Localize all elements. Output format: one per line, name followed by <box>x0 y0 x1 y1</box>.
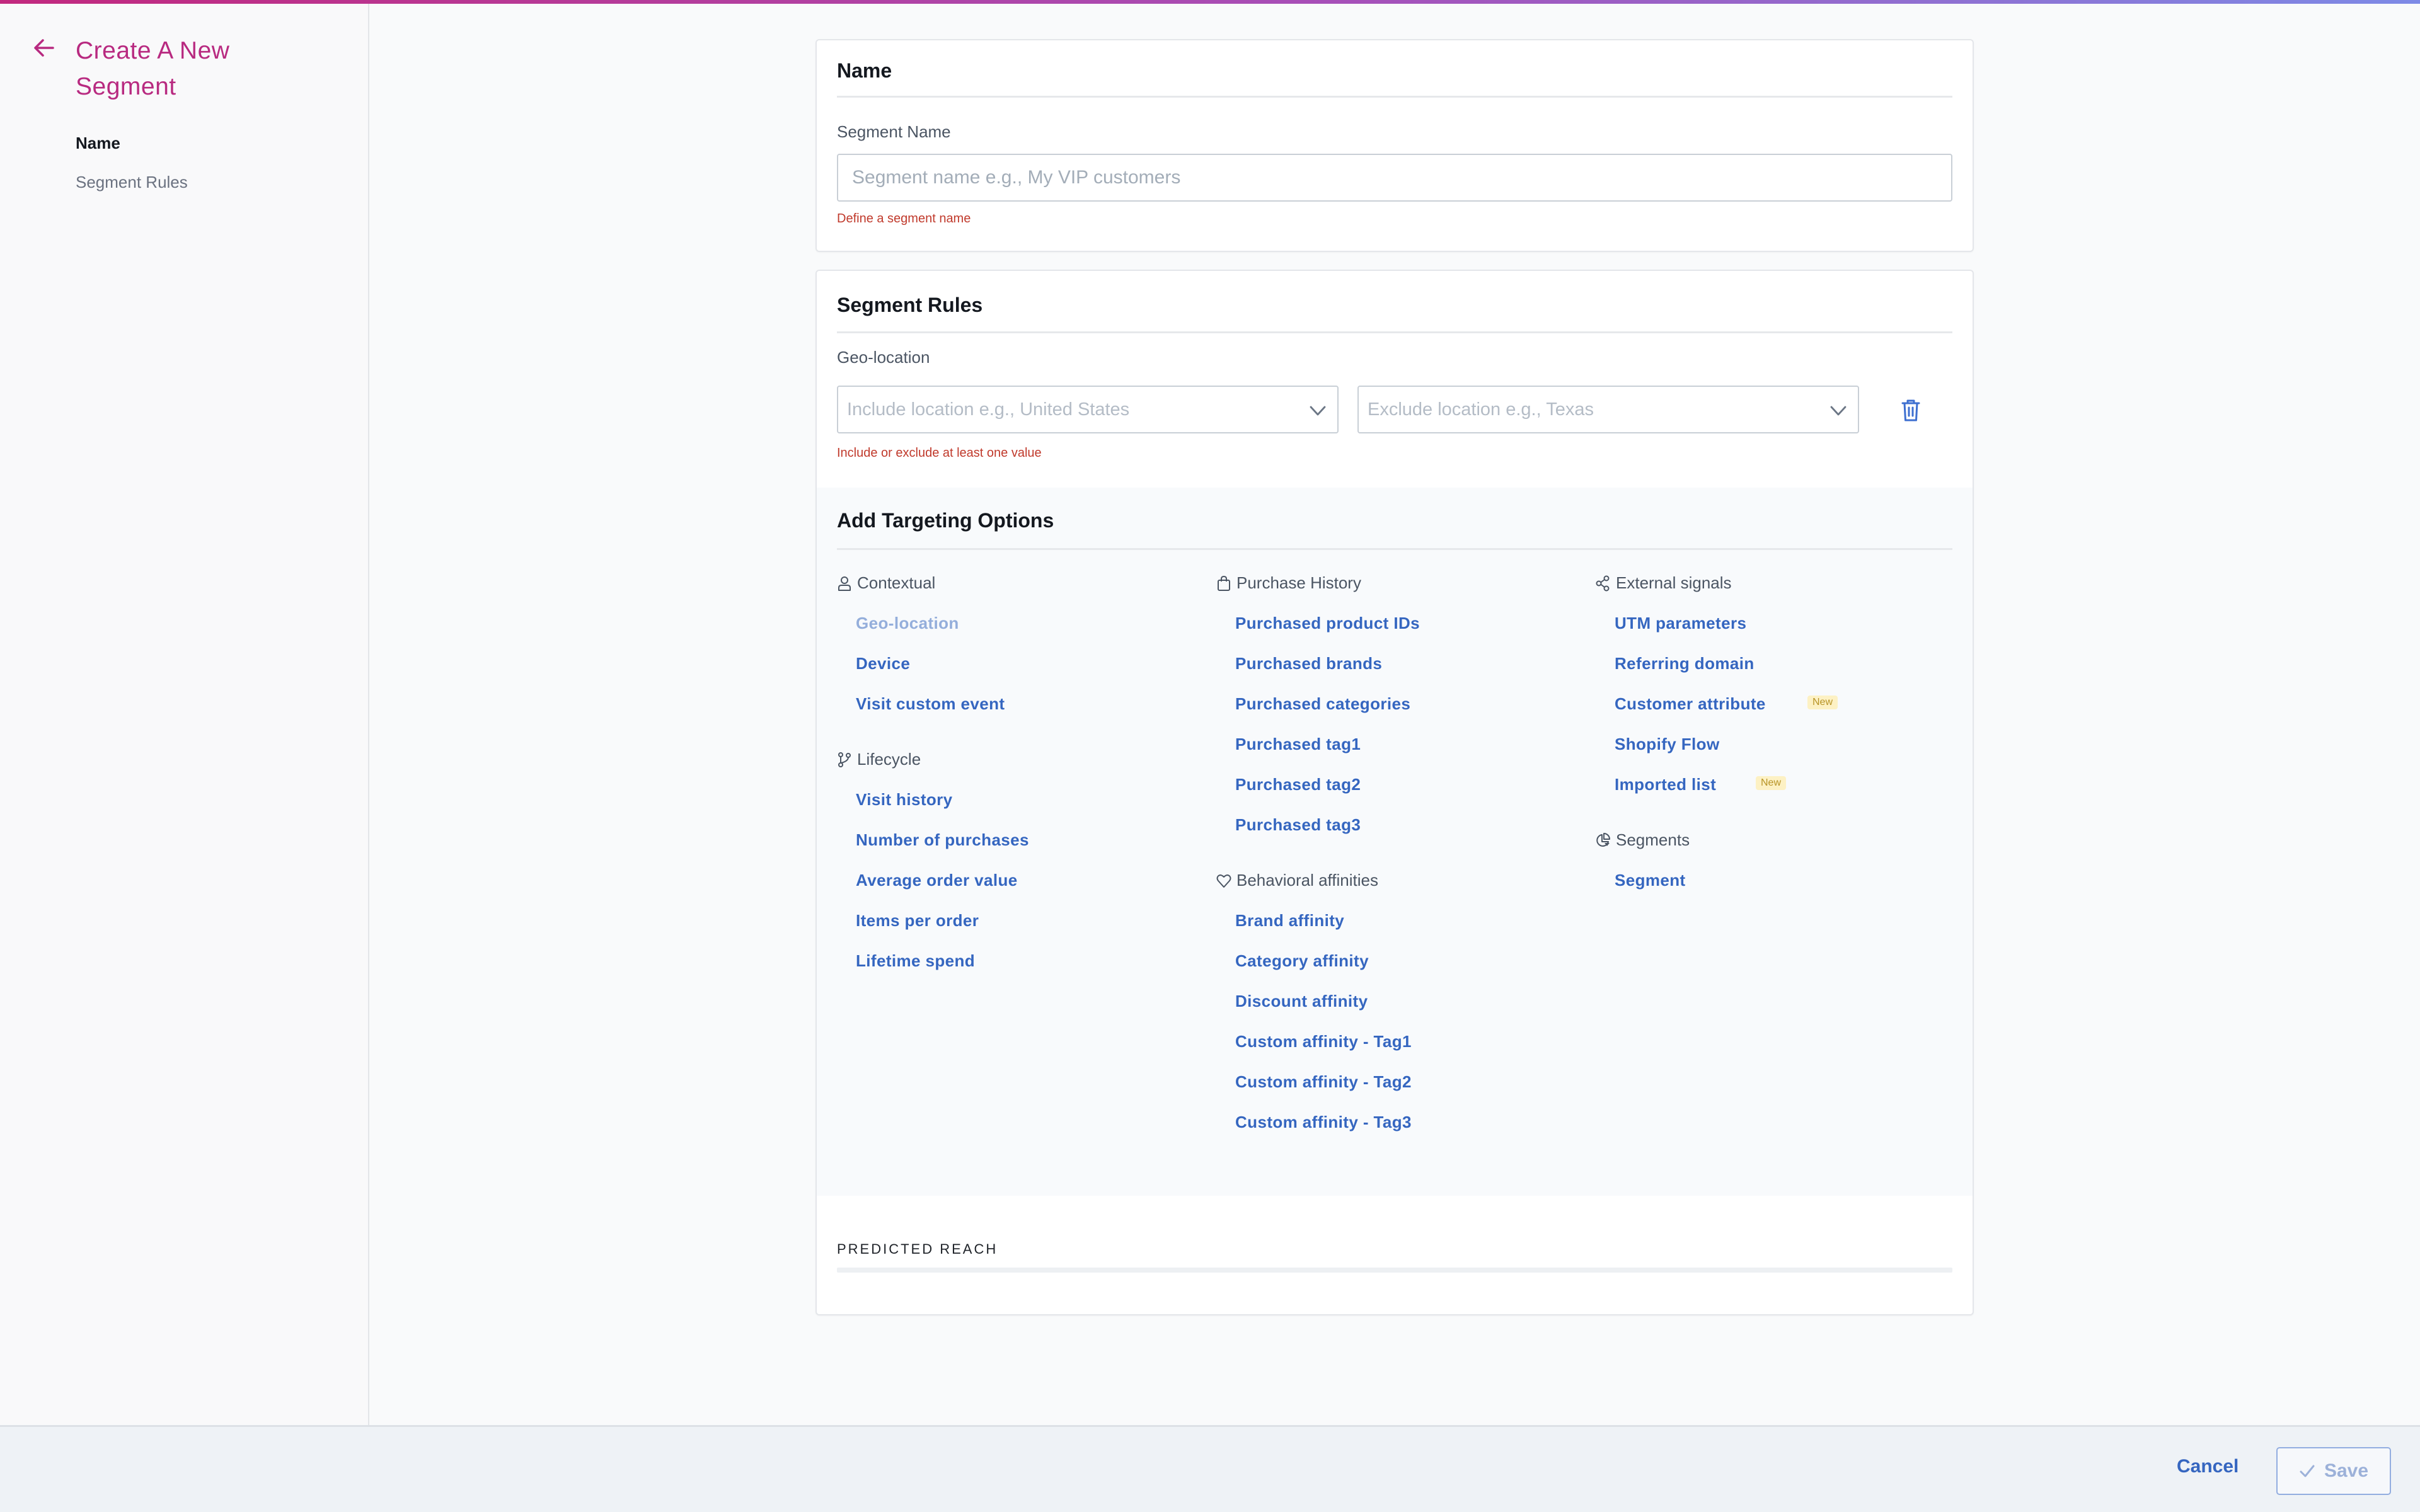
option-geo-location: Geo-location <box>856 614 959 633</box>
option-visit-custom-event[interactable]: Visit custom event <box>856 694 1005 714</box>
trash-icon <box>1901 399 1920 421</box>
group-lifecycle: Lifecycle <box>837 750 921 769</box>
exclude-location-placeholder: Exclude location e.g., Texas <box>1368 399 1594 420</box>
footer-bar: Cancel Save <box>0 1425 2420 1512</box>
targeting-options-panel: Add Targeting Options Contextual Geo-loc… <box>817 488 1973 1196</box>
sidebar-item-segment-rules[interactable]: Segment Rules <box>76 173 188 192</box>
option-purchased-product-ids[interactable]: Purchased product IDs <box>1235 614 1420 633</box>
segment-name-label: Segment Name <box>837 122 951 141</box>
group-label: Behavioral affinities <box>1236 871 1378 890</box>
option-customer-attribute[interactable]: Customer attribute <box>1615 694 1766 714</box>
name-card-divider <box>837 96 1952 98</box>
segment-rules-divider <box>837 331 1952 333</box>
option-referring-domain[interactable]: Referring domain <box>1615 654 1754 673</box>
exclude-location-select[interactable]: Exclude location e.g., Texas <box>1357 386 1859 433</box>
check-icon <box>2300 1465 2315 1477</box>
page-title: Create A New Segment <box>76 37 230 100</box>
option-segment[interactable]: Segment <box>1615 871 1686 890</box>
sidebar-item-name[interactable]: Name <box>76 134 120 153</box>
option-items-per-order[interactable]: Items per order <box>856 911 979 931</box>
include-location-select[interactable]: Include location e.g., United States <box>837 386 1339 433</box>
delete-rule-button[interactable] <box>1899 398 1922 423</box>
option-utm-parameters[interactable]: UTM parameters <box>1615 614 1746 633</box>
group-behavioral-affinities: Behavioral affinities <box>1216 871 1378 890</box>
group-label: External signals <box>1616 573 1732 592</box>
targeting-divider <box>837 548 1952 550</box>
option-purchased-tag1[interactable]: Purchased tag1 <box>1235 735 1361 754</box>
new-badge: New <box>1807 696 1838 709</box>
option-discount-affinity[interactable]: Discount affinity <box>1235 992 1368 1011</box>
arrow-left-icon <box>34 39 54 57</box>
pie-chart-icon <box>1596 832 1610 847</box>
option-imported-list[interactable]: Imported list <box>1615 775 1716 794</box>
option-shopify-flow[interactable]: Shopify Flow <box>1615 735 1720 754</box>
chevron-down-icon <box>1830 406 1847 416</box>
option-custom-affinity-tag2[interactable]: Custom affinity - Tag2 <box>1235 1072 1412 1092</box>
segment-rules-title: Segment Rules <box>837 294 983 316</box>
option-purchased-brands[interactable]: Purchased brands <box>1235 654 1382 673</box>
name-card-title: Name <box>837 59 892 82</box>
group-segments: Segments <box>1596 830 1690 850</box>
group-label: Contextual <box>857 573 936 592</box>
back-button[interactable] <box>32 35 57 60</box>
option-category-affinity[interactable]: Category affinity <box>1235 951 1369 971</box>
segment-name-error: Define a segment name <box>837 212 971 226</box>
targeting-title: Add Targeting Options <box>837 509 1054 532</box>
group-label: Segments <box>1616 830 1690 849</box>
chevron-down-icon <box>1310 406 1326 416</box>
geo-location-error: Include or exclude at least one value <box>837 446 1042 460</box>
group-label: Lifecycle <box>857 750 921 769</box>
predicted-reach-label: PREDICTED REACH <box>837 1241 998 1257</box>
segment-name-input[interactable] <box>837 154 1952 202</box>
shopping-bag-icon <box>1218 575 1230 591</box>
share-icon <box>1596 575 1610 591</box>
include-location-placeholder: Include location e.g., United States <box>847 399 1130 420</box>
option-custom-affinity-tag3[interactable]: Custom affinity - Tag3 <box>1235 1113 1412 1132</box>
option-purchased-categories[interactable]: Purchased categories <box>1235 694 1410 714</box>
group-external-signals: External signals <box>1596 573 1732 593</box>
cancel-button[interactable]: Cancel <box>2177 1456 2238 1477</box>
option-average-order-value[interactable]: Average order value <box>856 871 1018 890</box>
option-custom-affinity-tag1[interactable]: Custom affinity - Tag1 <box>1235 1032 1412 1051</box>
save-label: Save <box>2324 1460 2369 1481</box>
option-visit-history[interactable]: Visit history <box>856 790 953 810</box>
segment-rules-card: Segment Rules Geo-location Include locat… <box>815 270 1974 1315</box>
option-lifetime-spend[interactable]: Lifetime spend <box>856 951 975 971</box>
geo-location-label: Geo-location <box>837 348 930 367</box>
name-card: Name Segment Name Define a segment name <box>815 39 1974 252</box>
group-purchase-history: Purchase History <box>1216 573 1361 593</box>
option-purchased-tag3[interactable]: Purchased tag3 <box>1235 815 1361 835</box>
sidebar: Create A New Segment Name Segment Rules <box>0 4 369 1425</box>
group-contextual: Contextual <box>837 573 935 593</box>
user-icon <box>838 576 851 591</box>
option-number-of-purchases[interactable]: Number of purchases <box>856 830 1029 850</box>
save-button[interactable]: Save <box>2276 1447 2391 1495</box>
option-purchased-tag2[interactable]: Purchased tag2 <box>1235 775 1361 794</box>
group-label: Purchase History <box>1236 573 1361 592</box>
branch-icon <box>838 752 851 767</box>
heart-icon <box>1216 874 1231 888</box>
predicted-reach-bar <box>837 1268 1952 1273</box>
new-badge: New <box>1756 776 1787 790</box>
option-brand-affinity[interactable]: Brand affinity <box>1235 911 1344 931</box>
option-device[interactable]: Device <box>856 654 910 673</box>
